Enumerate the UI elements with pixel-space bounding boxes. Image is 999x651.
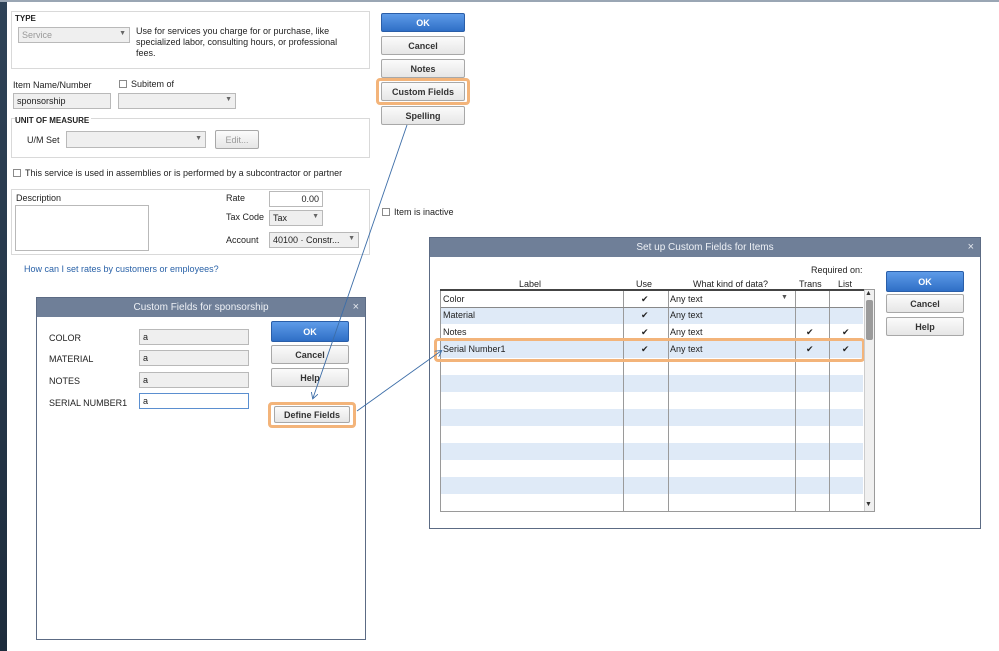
arrow-define-to-setup <box>356 351 441 412</box>
annotation-arrows <box>0 124 999 412</box>
arrow-custom-fields-to-define <box>313 124 408 398</box>
